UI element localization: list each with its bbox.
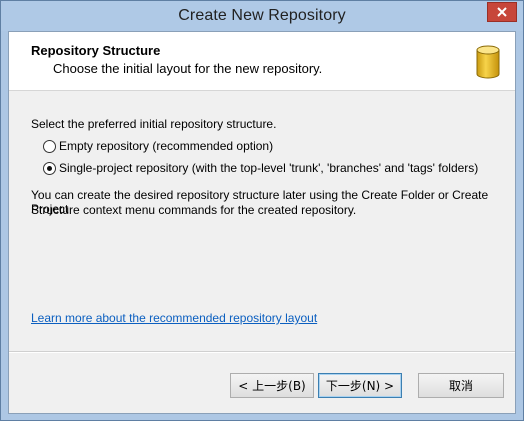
next-button[interactable]: 下一步(N) > (318, 373, 402, 398)
close-icon (497, 7, 507, 17)
cancel-button[interactable]: 取消 (418, 373, 504, 398)
option-empty-repository[interactable]: Empty repository (recommended option) (43, 139, 273, 153)
option-single-project-label: Single-project repository (with the top-… (59, 161, 479, 175)
page-subtitle: Choose the initial layout for the new re… (53, 61, 323, 76)
option-single-project-repository[interactable]: Single-project repository (with the top-… (43, 161, 478, 175)
database-icon (476, 45, 500, 79)
structure-note-line-2: Structure context menu commands for the … (31, 203, 357, 217)
dialog-window: Create New Repository Repository Structu… (0, 0, 524, 421)
wizard-header: Repository Structure Choose the initial … (9, 32, 515, 91)
back-button[interactable]: < 上一步(B) (230, 373, 314, 398)
close-button[interactable] (487, 2, 517, 22)
page-title: Repository Structure (31, 43, 161, 58)
learn-more-link[interactable]: Learn more about the recommended reposit… (31, 311, 317, 325)
option-empty-label: Empty repository (recommended option) (59, 139, 274, 153)
dialog-client-area: Repository Structure Choose the initial … (8, 31, 516, 414)
window-title: Create New Repository (178, 7, 346, 24)
footer-divider (9, 351, 515, 353)
structure-prompt: Select the preferred initial repository … (31, 117, 277, 131)
title-bar[interactable]: Create New Repository (1, 1, 523, 31)
radio-single-project-repository[interactable] (43, 161, 56, 175)
radio-empty-repository[interactable] (43, 139, 56, 153)
